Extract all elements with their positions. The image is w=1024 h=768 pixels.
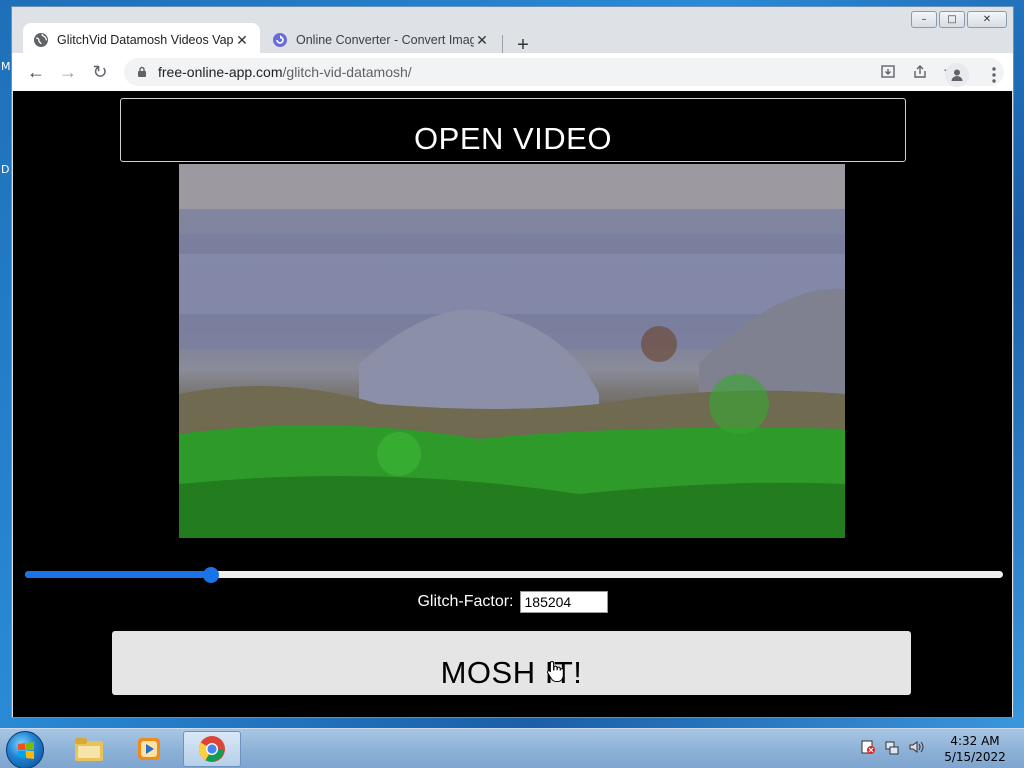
close-tab-icon[interactable]: ✕ — [474, 32, 490, 49]
clock-time: 4:32 AM — [950, 734, 1000, 748]
close-tab-icon[interactable]: ✕ — [234, 32, 250, 49]
slider-fill — [25, 571, 211, 578]
forward-button[interactable]: → — [52, 56, 84, 88]
glitch-factor-label: Glitch-Factor: — [417, 593, 514, 610]
network-icon[interactable] — [884, 739, 900, 760]
system-tray — [860, 739, 924, 760]
new-tab-button[interactable]: + — [512, 35, 534, 55]
url-text: free-online-app.com/glitch-vid-datamosh/ — [158, 64, 412, 80]
reload-button[interactable]: ↻ — [84, 56, 116, 88]
explorer-taskbar-icon[interactable] — [60, 731, 118, 767]
menu-icon[interactable] — [987, 63, 1001, 87]
slider-thumb[interactable] — [202, 567, 219, 583]
lock-icon[interactable] — [136, 66, 148, 78]
url-path: /glitch-vid-datamosh/ — [282, 64, 412, 80]
video-frame-image — [179, 164, 845, 538]
glitch-factor-input[interactable] — [519, 591, 608, 613]
page-content: OPEN VIDEO Glitch-Factor: 185204 MOSH IT… — [13, 91, 1012, 717]
volume-icon[interactable] — [908, 739, 924, 760]
video-preview — [179, 164, 845, 538]
action-center-icon[interactable] — [860, 739, 876, 760]
media-player-taskbar-icon[interactable] — [120, 731, 178, 767]
tab-title: Online Converter - Convert Imag — [296, 33, 474, 47]
open-video-button[interactable]: OPEN VIDEO — [120, 98, 906, 162]
start-button[interactable] — [6, 731, 44, 768]
tab-strip: GlitchVid Datamosh Videos Vapo ✕ Online … — [12, 19, 1013, 57]
taskbar: 4:32 AM 5/15/2022 — [0, 728, 1024, 768]
mosh-it-button[interactable]: MOSH IT! — [112, 631, 911, 695]
tab-online-converter[interactable]: Online Converter - Convert Imag ✕ — [262, 23, 500, 57]
browser-toolbar: ← → ↻ free-online-app.com/glitch-vid-dat… — [12, 53, 1013, 91]
clock-date: 5/15/2022 — [944, 750, 1006, 764]
tab-glitchvid[interactable]: GlitchVid Datamosh Videos Vapo ✕ — [23, 23, 260, 57]
glitch-slider[interactable] — [25, 565, 1003, 585]
glitch-factor-row: Glitch-Factor: — [13, 591, 1012, 613]
globe-icon — [33, 32, 49, 48]
address-bar[interactable]: free-online-app.com/glitch-vid-datamosh/ — [124, 58, 1004, 86]
tab-separator — [502, 35, 503, 53]
system-clock[interactable]: 4:32 AM 5/15/2022 — [935, 733, 1015, 765]
hand-cursor-icon — [547, 660, 564, 682]
desktop-text: M — [1, 60, 11, 73]
install-icon[interactable] — [878, 62, 898, 82]
back-button[interactable]: ← — [20, 56, 52, 88]
chrome-taskbar-icon[interactable] — [183, 731, 241, 767]
tab-title: GlitchVid Datamosh Videos Vapo — [57, 33, 234, 47]
profile-avatar-icon[interactable] — [945, 63, 969, 87]
converter-icon — [272, 32, 288, 48]
browser-window: – □ ✕ GlitchVid Datamosh Videos Vapo ✕ O… — [11, 6, 1014, 718]
url-host: free-online-app.com — [158, 64, 283, 80]
desktop-text: D — [1, 163, 10, 176]
share-icon[interactable] — [910, 62, 930, 82]
